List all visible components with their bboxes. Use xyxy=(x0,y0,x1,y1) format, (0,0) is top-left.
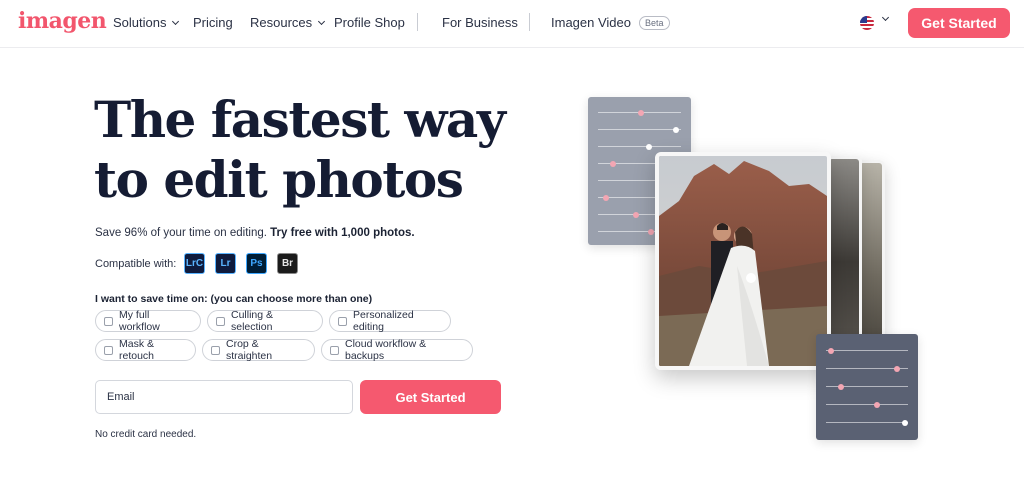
chevron-down-icon[interactable] xyxy=(881,13,890,22)
lightroom-icon: Lr xyxy=(215,253,236,274)
option-mask-retouch[interactable]: Mask & retouch xyxy=(95,338,196,362)
nav-imagen-video[interactable]: Imagen Video Beta xyxy=(551,15,670,30)
us-flag-icon[interactable] xyxy=(860,16,874,30)
option-label: Mask & retouch xyxy=(119,338,155,362)
nav-pricing-label: Pricing xyxy=(193,15,233,30)
save-time-label: I want to save time on: (you can choose … xyxy=(95,293,373,305)
hero-headline: The fastest way to edit photos xyxy=(94,90,506,210)
photoshop-icon: Ps xyxy=(246,253,267,274)
email-placeholder: Email xyxy=(107,391,135,403)
option-personalized-editing[interactable]: Personalized editing xyxy=(329,309,451,333)
nav-profile-shop[interactable]: Profile Shop xyxy=(334,15,405,30)
no-credit-card-note: No credit card needed. xyxy=(95,429,197,440)
nav-for-business[interactable]: For Business xyxy=(442,15,518,30)
checkbox[interactable] xyxy=(338,316,347,326)
chevron-down-icon xyxy=(318,17,326,25)
option-my-full-workflow[interactable]: My full workflow xyxy=(95,309,201,333)
nav-solutions[interactable]: Solutions xyxy=(113,15,180,30)
checkbox[interactable] xyxy=(330,345,339,355)
nav-resources[interactable]: Resources xyxy=(250,15,326,30)
option-label: My full workflow xyxy=(119,309,160,333)
hero-subtitle-text: Save 96% of your time on editing. xyxy=(95,227,271,239)
bridge-icon: Br xyxy=(277,253,298,274)
get-started-button[interactable]: Get Started xyxy=(360,380,501,414)
nav-divider xyxy=(417,13,418,31)
option-label: Cloud workflow & backups xyxy=(345,338,427,362)
top-nav: imagen Solutions Pricing Resources Profi… xyxy=(0,0,1024,48)
checkbox[interactable] xyxy=(216,316,225,326)
beta-badge: Beta xyxy=(639,15,670,30)
checkbox[interactable] xyxy=(104,345,113,355)
nav-profile-shop-label: Profile Shop xyxy=(334,15,405,30)
hero-subtitle-bold: Try free with 1,000 photos. xyxy=(270,227,415,239)
nav-for-business-label: For Business xyxy=(442,15,518,30)
compatible-label: Compatible with: xyxy=(95,258,177,270)
edit-sliders-panel xyxy=(816,334,918,440)
chevron-down-icon xyxy=(172,17,180,25)
nav-get-started-button[interactable]: Get Started xyxy=(908,8,1010,38)
hero-headline-line-2: to edit photos xyxy=(94,150,464,209)
option-culling-selection[interactable]: Culling & selection xyxy=(207,309,323,333)
nav-imagen-video-label: Imagen Video xyxy=(551,15,631,30)
hero-subtitle: Save 96% of your time on editing. Try fr… xyxy=(95,227,415,239)
nav-resources-label: Resources xyxy=(250,15,313,30)
option-crop-straighten[interactable]: Crop & straighten xyxy=(202,338,315,362)
hero-headline-line-1: The fastest way xyxy=(94,90,506,149)
wedding-photo xyxy=(655,152,831,370)
option-label: Crop & straighten xyxy=(226,338,273,362)
checkbox[interactable] xyxy=(211,345,220,355)
nav-pricing[interactable]: Pricing xyxy=(193,15,233,30)
imagen-logo[interactable]: imagen xyxy=(18,8,107,34)
option-label: Personalized editing xyxy=(353,309,414,333)
nav-solutions-label: Solutions xyxy=(113,15,167,30)
email-field[interactable]: Email xyxy=(95,380,353,414)
option-cloud-workflow-backups[interactable]: Cloud workflow & backups xyxy=(321,338,473,362)
checkbox[interactable] xyxy=(104,316,113,326)
option-label: Culling & selection xyxy=(231,309,274,333)
nav-divider xyxy=(529,13,530,31)
lightroom-classic-icon: LrC xyxy=(184,253,205,274)
wedding-photo-image xyxy=(659,156,827,366)
